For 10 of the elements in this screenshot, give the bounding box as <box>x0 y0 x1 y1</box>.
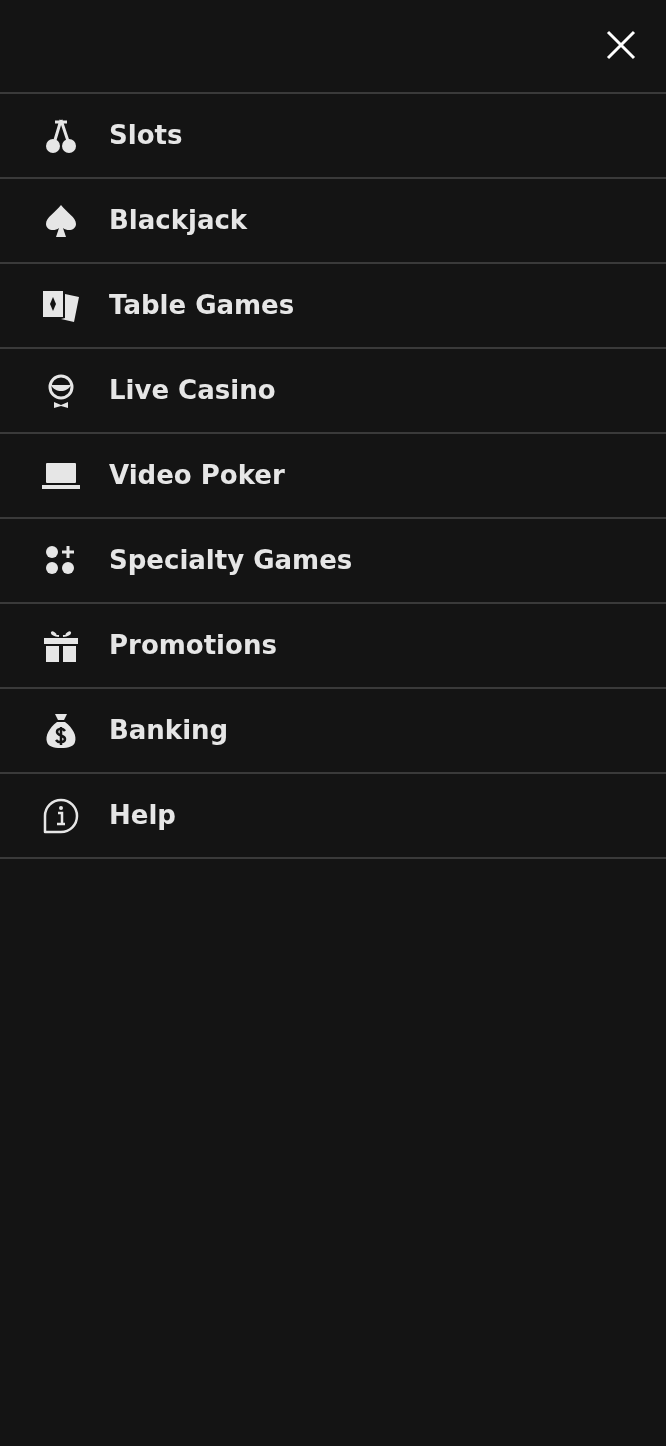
menu-item[interactable]: Live Casino <box>0 349 666 434</box>
menu-item[interactable]: Table Games <box>0 264 666 349</box>
menu-item[interactable]: Video Poker <box>0 434 666 519</box>
menu-item[interactable]: Blackjack <box>0 179 666 264</box>
menu-item[interactable]: Help <box>0 774 666 859</box>
close-icon <box>606 30 636 60</box>
menu-item[interactable]: Slots <box>0 94 666 179</box>
menu-item[interactable]: Banking <box>0 689 666 774</box>
menu-item[interactable]: Promotions <box>0 604 666 689</box>
menu-item[interactable]: Specialty Games <box>0 519 666 604</box>
